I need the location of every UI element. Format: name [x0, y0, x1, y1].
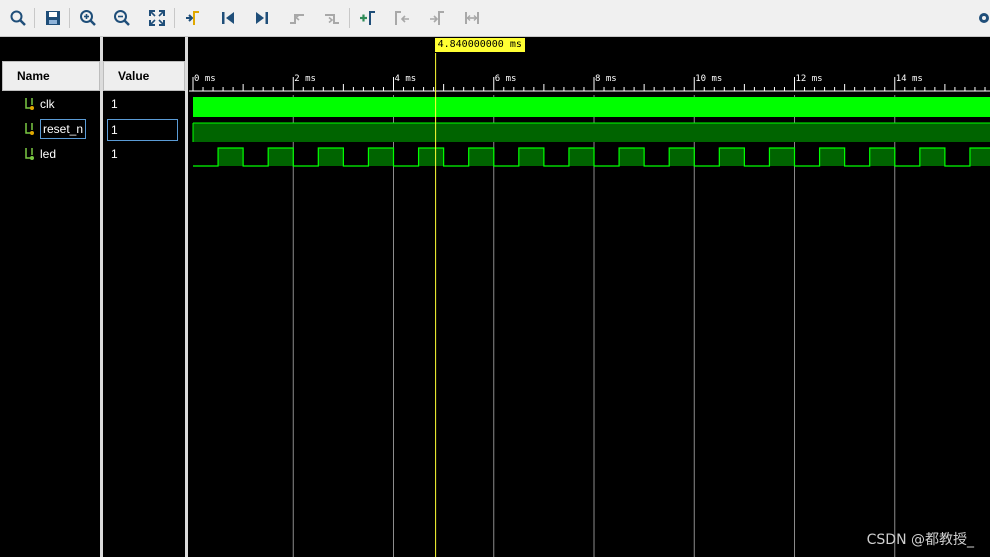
toolbar-separator [34, 8, 35, 28]
led-high-pulse [418, 148, 444, 166]
zoom-out-button[interactable] [110, 6, 134, 30]
go-to-start-button[interactable] [216, 6, 240, 30]
swap-cursors-button[interactable] [460, 6, 484, 30]
zoom-in-button[interactable] [76, 6, 100, 30]
next-transition-button[interactable] [320, 6, 344, 30]
signal-names-panel: Name clk reset_n led [0, 37, 100, 557]
add-marker-button[interactable] [356, 6, 380, 30]
ruler-tick-label: 0 ms [194, 74, 216, 84]
led-high-pulse [719, 148, 745, 166]
signal-icon [25, 123, 34, 135]
ruler-tick-label: 8 ms [595, 74, 617, 84]
zoom-in-icon [80, 10, 96, 26]
led-high-pulse [669, 148, 695, 166]
ruler-tick-label: 14 ms [895, 74, 923, 84]
go-to-cursor-button[interactable] [181, 6, 205, 30]
skip-start-icon [222, 12, 234, 24]
gear-icon [978, 13, 989, 23]
led-high-pulse [819, 148, 845, 166]
ruler-tick-label: 6 ms [494, 74, 517, 84]
signal-icon [25, 98, 34, 110]
clk-waveform [193, 97, 990, 117]
led-high-pulse [218, 148, 244, 166]
ruler-tick-label: 12 ms [795, 74, 823, 84]
signal-name: reset_n [40, 119, 87, 139]
signal-values-panel: Value 1 1 1 [103, 37, 185, 557]
toolbar-separator [349, 8, 350, 28]
prev-transition-button[interactable] [285, 6, 309, 30]
zoom-out-icon [114, 10, 130, 26]
panel-splitter[interactable] [185, 37, 188, 557]
value-column-header[interactable]: Value [103, 61, 185, 91]
led-high-pulse [468, 148, 494, 166]
watermark-text: CSDN @都教授_ [866, 532, 974, 548]
settings-button[interactable] [971, 6, 990, 30]
led-high-pulse [869, 148, 895, 166]
toolbar-separator [69, 8, 70, 28]
reset-n-waveform-fill [193, 123, 990, 142]
prev-transition-icon [290, 14, 304, 24]
signal-row-clk[interactable]: clk [24, 95, 55, 113]
save-button[interactable] [41, 6, 65, 30]
signal-value-led: 1 [111, 147, 118, 161]
led-high-pulse [518, 148, 544, 166]
go-to-end-button[interactable] [250, 6, 274, 30]
signal-name: led [40, 147, 57, 161]
signal-name: clk [40, 97, 55, 111]
led-high-pulse [769, 148, 795, 166]
ruler-tick-label: 4 ms [394, 74, 417, 84]
zoom-fit-button[interactable] [145, 6, 169, 30]
cursor-time-label[interactable]: 4.840000000 ms [434, 38, 525, 52]
led-high-pulse [368, 148, 394, 166]
led-high-pulse [969, 148, 990, 166]
led-high-pulse [318, 148, 344, 166]
name-column-header[interactable]: Name [2, 61, 100, 91]
led-high-pulse [919, 148, 945, 166]
led-high-pulse [619, 148, 645, 166]
skip-end-icon [256, 12, 268, 24]
zoom-search-button[interactable] [6, 6, 30, 30]
signal-value-reset-n: 1 [107, 119, 178, 141]
led-high-pulse [268, 148, 294, 166]
signal-value-clk: 1 [111, 97, 118, 111]
save-icon [46, 11, 60, 25]
toolbar-separator [174, 8, 175, 28]
go-to-cursor-icon [186, 11, 199, 25]
next-transition-icon [325, 14, 339, 24]
signal-icon [25, 148, 34, 160]
signal-row-led[interactable]: led [24, 145, 56, 163]
waveform-canvas[interactable] [189, 37, 990, 557]
waveform-panel[interactable]: 0 ms 2 ms 4 ms 6 ms 8 ms 10 ms 12 ms 14 ms 4.84… [189, 37, 990, 557]
wave-toolbar [0, 0, 990, 37]
ruler-tick-label: 10 ms [695, 74, 723, 84]
prev-marker-button[interactable] [390, 6, 414, 30]
led-high-pulse [568, 148, 595, 166]
expand-icon [149, 10, 165, 26]
prev-marker-icon [395, 11, 409, 25]
search-icon [10, 10, 26, 26]
signal-row-reset-n[interactable]: reset_n [24, 119, 87, 139]
swap-cursors-icon [465, 12, 479, 24]
add-marker-icon [360, 11, 375, 25]
next-marker-button[interactable] [425, 6, 449, 30]
next-marker-icon [430, 11, 444, 25]
ruler-tick-label: 2 ms [294, 74, 316, 84]
